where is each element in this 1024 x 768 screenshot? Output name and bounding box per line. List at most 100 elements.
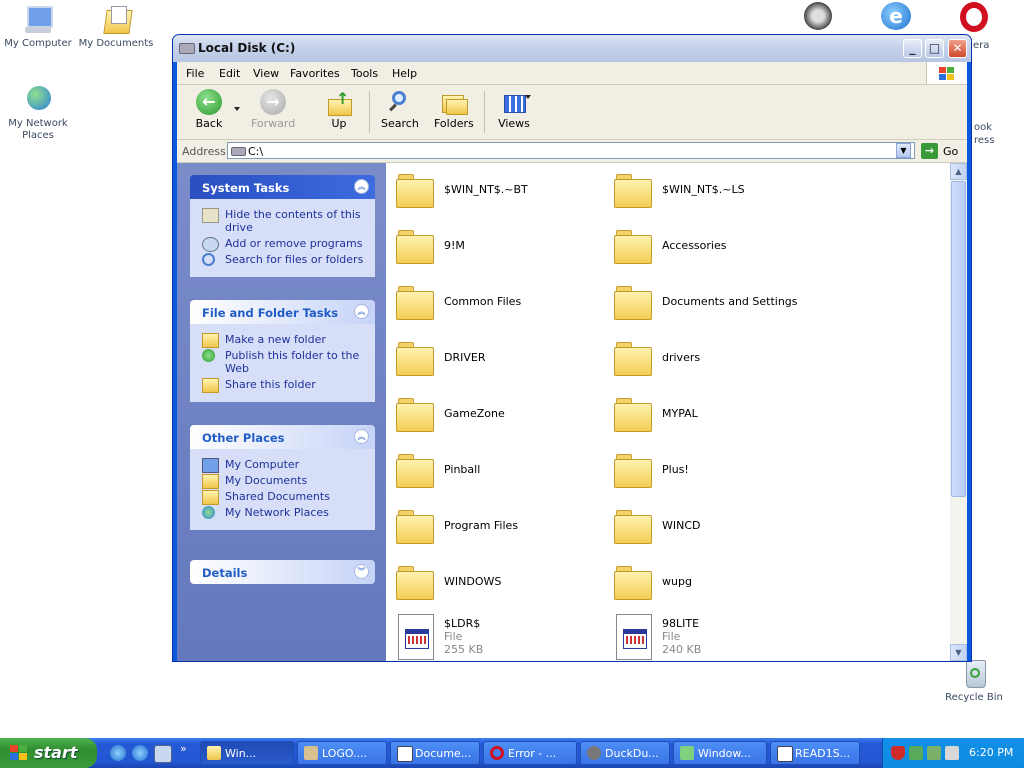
quicklaunch-ie2-icon[interactable]: [132, 745, 148, 761]
task-publish-to-web[interactable]: Publish this folder to the Web: [202, 349, 367, 375]
desktop-label-fragment: era: [973, 40, 990, 51]
other-places-header[interactable]: Other Places ︽: [190, 425, 375, 449]
menu-favorites[interactable]: Favorites: [290, 67, 340, 80]
folder-item[interactable]: $WIN_NT$.~LS: [614, 172, 814, 220]
file-item[interactable]: 98LITE File 240 KB: [614, 614, 814, 661]
place-shared-documents[interactable]: Shared Documents: [202, 490, 367, 505]
folder-item[interactable]: MYPAL: [614, 396, 814, 444]
search-button[interactable]: Search: [381, 89, 419, 130]
taskbar-button-window[interactable]: Window...: [673, 741, 767, 765]
app-icon: [304, 746, 318, 760]
system-file-icon: [398, 614, 434, 660]
folder-item[interactable]: 9!M: [396, 228, 596, 276]
folders-button[interactable]: Folders: [434, 89, 474, 130]
folder-item[interactable]: Pinball: [396, 452, 596, 500]
folder-item[interactable]: WINDOWS: [396, 564, 596, 612]
folder-icon: [614, 508, 652, 544]
new-folder-icon: [202, 333, 219, 348]
details-header[interactable]: Details ︾: [190, 560, 375, 584]
start-button[interactable]: start: [0, 738, 97, 768]
maximize-button[interactable]: □: [925, 39, 944, 58]
add-remove-programs-icon: [202, 237, 219, 252]
desktop-shortcut-ie-icon[interactable]: e: [881, 2, 911, 30]
quicklaunch-outlook-icon[interactable]: [154, 745, 172, 763]
task-hide-drive-contents[interactable]: Hide the contents of this drive: [202, 208, 367, 234]
folder-item[interactable]: Accessories: [614, 228, 814, 276]
file-item[interactable]: $LDR$ File 255 KB: [396, 614, 596, 661]
scroll-up-button[interactable]: ▲: [950, 163, 967, 180]
system-tasks-panel: System Tasks ︽ Hide the contents of this…: [190, 175, 375, 277]
search-icon: [202, 253, 215, 266]
file-folder-tasks-header[interactable]: File and Folder Tasks ︽: [190, 300, 375, 324]
folder-item[interactable]: Documents and Settings: [614, 284, 834, 332]
back-dropdown-arrow-icon[interactable]: [234, 107, 240, 111]
folder-item[interactable]: GameZone: [396, 396, 596, 444]
folder-item[interactable]: $WIN_NT$.~BT: [396, 172, 596, 220]
place-my-documents[interactable]: My Documents: [202, 474, 367, 489]
address-input[interactable]: C:\ ▼: [227, 142, 915, 159]
tray-app-icon[interactable]: [927, 746, 941, 760]
desktop-shortcut-raccoon-icon[interactable]: [804, 2, 832, 30]
clock[interactable]: 6:20 PM: [969, 746, 1013, 759]
scroll-thumb[interactable]: [951, 181, 966, 497]
up-button[interactable]: ↑ Up: [325, 89, 353, 130]
menu-view[interactable]: View: [253, 67, 279, 80]
menu-tools[interactable]: Tools: [351, 67, 378, 80]
minimize-button[interactable]: _: [903, 39, 922, 58]
desktop-icon-recycle-bin[interactable]: Recycle Bin: [936, 658, 1012, 704]
raccoon-icon: [587, 746, 601, 760]
place-my-network-places[interactable]: My Network Places: [202, 506, 367, 519]
desktop-shortcut-opera-icon[interactable]: [960, 2, 988, 32]
desktop-icon-my-computer[interactable]: My Computer: [0, 4, 76, 50]
taskbar-button-explorer[interactable]: Win...: [200, 741, 294, 765]
desktop-icon-my-documents[interactable]: My Documents: [78, 4, 154, 50]
forward-button[interactable]: → Forward: [251, 89, 295, 130]
quicklaunch-ie-icon[interactable]: [110, 745, 126, 761]
title-bar[interactable]: Local Disk (C:) _ □ ✕: [173, 35, 971, 62]
menu-help[interactable]: Help: [392, 67, 417, 80]
folder-item[interactable]: DRIVER: [396, 340, 596, 388]
expand-chevron-icon[interactable]: ︾: [354, 564, 369, 579]
security-shield-icon[interactable]: [891, 746, 905, 760]
folder-item[interactable]: wupg: [614, 564, 814, 612]
menu-edit[interactable]: Edit: [219, 67, 240, 80]
task-make-new-folder[interactable]: Make a new folder: [202, 333, 367, 348]
back-button[interactable]: ← Back: [191, 89, 227, 130]
views-dropdown-arrow-icon[interactable]: [525, 95, 531, 99]
taskbar: start » Win... LOGO.... Docume... Error …: [0, 738, 1024, 768]
folder-item[interactable]: drivers: [614, 340, 814, 388]
folder-item[interactable]: WINCD: [614, 508, 814, 556]
vertical-scrollbar[interactable]: ▲ ▼: [950, 163, 967, 661]
collapse-chevron-icon[interactable]: ︽: [354, 304, 369, 319]
folder-item[interactable]: Program Files: [396, 508, 596, 556]
folder-item[interactable]: Common Files: [396, 284, 596, 332]
taskbar-button-duckduck[interactable]: DuckDu...: [580, 741, 670, 765]
desktop-icon-my-network-places[interactable]: My Network Places: [0, 84, 76, 142]
close-button[interactable]: ✕: [948, 39, 967, 58]
task-add-remove-programs[interactable]: Add or remove programs: [202, 237, 367, 252]
folder-icon: [614, 340, 652, 376]
collapse-chevron-icon[interactable]: ︽: [354, 429, 369, 444]
quicklaunch-more-chevron-icon[interactable]: »: [180, 742, 187, 755]
folder-icon: [614, 396, 652, 432]
menu-file[interactable]: File: [186, 67, 204, 80]
network-tray-icon[interactable]: [909, 746, 923, 760]
system-tasks-header[interactable]: System Tasks ︽: [190, 175, 375, 199]
address-dropdown-button[interactable]: ▼: [896, 143, 911, 158]
taskbar-button-error[interactable]: Error - ...: [483, 741, 577, 765]
recycle-bin-icon: [957, 658, 991, 690]
task-search-files[interactable]: Search for files or folders: [202, 253, 367, 266]
network-globe-icon: [202, 506, 215, 519]
file-folder-tasks-panel: File and Folder Tasks ︽ Make a new folde…: [190, 300, 375, 402]
taskbar-button-logo[interactable]: LOGO....: [297, 741, 387, 765]
desktop-label-fragment: ook: [974, 122, 993, 133]
taskbar-button-documents[interactable]: Docume...: [390, 741, 480, 765]
place-my-computer[interactable]: My Computer: [202, 458, 367, 473]
taskbar-button-readme[interactable]: READ1S...: [770, 741, 860, 765]
computer-icon: [21, 4, 55, 36]
volume-icon[interactable]: [945, 746, 959, 760]
scroll-down-button[interactable]: ▼: [950, 644, 967, 661]
collapse-chevron-icon[interactable]: ︽: [354, 179, 369, 194]
folder-item[interactable]: Plus!: [614, 452, 814, 500]
task-share-folder[interactable]: Share this folder: [202, 378, 367, 393]
